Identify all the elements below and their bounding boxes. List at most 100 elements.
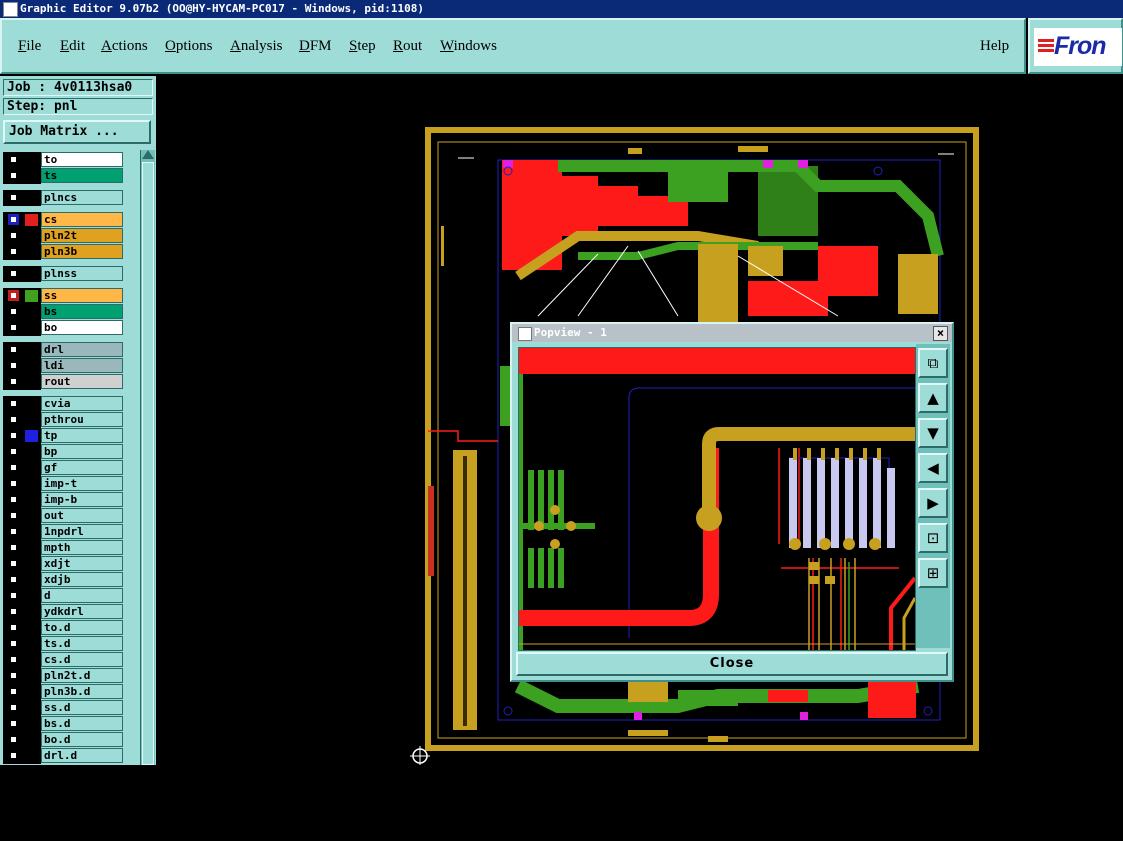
- layer-name[interactable]: bs.d: [41, 716, 123, 731]
- menu-file[interactable]: File: [18, 38, 41, 55]
- layer-name[interactable]: d: [41, 588, 123, 603]
- layer-row[interactable]: 1npdrl: [3, 524, 138, 540]
- layer-name[interactable]: pln3b.d: [41, 684, 123, 699]
- layer-name[interactable]: pthrou: [41, 412, 123, 427]
- layer-checkbox[interactable]: [8, 590, 19, 601]
- layer-checkbox[interactable]: [8, 478, 19, 489]
- layer-color-swatch[interactable]: [25, 478, 38, 490]
- layer-row[interactable]: cvia: [3, 396, 138, 412]
- layer-row[interactable]: pln2t: [3, 228, 138, 244]
- layer-name[interactable]: imp-b: [41, 492, 123, 507]
- pan-left-icon[interactable]: ◀: [918, 453, 948, 483]
- layer-checkbox[interactable]: [8, 510, 19, 521]
- menu-actions[interactable]: Actions: [101, 38, 148, 55]
- layer-checkbox[interactable]: [8, 654, 19, 665]
- layer-row[interactable]: tp: [3, 428, 138, 444]
- layer-color-swatch[interactable]: [25, 718, 38, 730]
- layer-row[interactable]: bs.d: [3, 716, 138, 732]
- layer-checkbox[interactable]: [8, 430, 19, 441]
- layer-checkbox[interactable]: [8, 230, 19, 241]
- layer-color-swatch[interactable]: [25, 606, 38, 618]
- layer-color-swatch[interactable]: [25, 670, 38, 682]
- layer-color-swatch[interactable]: [25, 734, 38, 746]
- layer-checkbox[interactable]: [8, 170, 19, 181]
- layer-row[interactable]: ydkdrl: [3, 604, 138, 620]
- layer-row[interactable]: pln3b.d: [3, 684, 138, 700]
- layer-row[interactable]: ts.d: [3, 636, 138, 652]
- layer-checkbox[interactable]: [8, 344, 19, 355]
- pan-up-icon[interactable]: ▲: [918, 383, 948, 413]
- layer-name[interactable]: out: [41, 508, 123, 523]
- layer-row[interactable]: xdjt: [3, 556, 138, 572]
- layer-color-swatch[interactable]: [25, 574, 38, 586]
- layer-row[interactable]: plncs: [3, 190, 138, 206]
- layer-name[interactable]: to: [41, 152, 123, 167]
- layer-color-swatch[interactable]: [25, 590, 38, 602]
- layer-name[interactable]: ts: [41, 168, 123, 183]
- layer-color-swatch[interactable]: [25, 414, 38, 426]
- layer-row[interactable]: ts: [3, 168, 138, 184]
- scroll-up-icon[interactable]: [142, 150, 154, 159]
- layer-name[interactable]: gf: [41, 460, 123, 475]
- layer-checkbox[interactable]: [8, 462, 19, 473]
- layer-row[interactable]: pln3b: [3, 244, 138, 260]
- layer-checkbox[interactable]: [8, 246, 19, 257]
- layer-row[interactable]: pln2t.d: [3, 668, 138, 684]
- layer-name[interactable]: pln3b: [41, 244, 123, 259]
- menu-analysis[interactable]: Analysis: [230, 38, 283, 55]
- menu-step[interactable]: Step: [349, 38, 376, 55]
- layer-color-swatch[interactable]: [25, 446, 38, 458]
- layer-checkbox[interactable]: [8, 290, 19, 301]
- layer-name[interactable]: cs.d: [41, 652, 123, 667]
- layer-name[interactable]: pln2t: [41, 228, 123, 243]
- layer-name[interactable]: mpth: [41, 540, 123, 555]
- layer-checkbox[interactable]: [8, 446, 19, 457]
- popview-canvas[interactable]: [518, 347, 916, 651]
- layer-row[interactable]: to.d: [3, 620, 138, 636]
- layer-checkbox[interactable]: [8, 606, 19, 617]
- layer-scrollbar[interactable]: [140, 150, 155, 765]
- layer-color-swatch[interactable]: [25, 154, 38, 166]
- layer-color-swatch[interactable]: [25, 750, 38, 762]
- layer-row[interactable]: imp-t: [3, 476, 138, 492]
- layer-name[interactable]: to.d: [41, 620, 123, 635]
- layer-color-swatch[interactable]: [25, 526, 38, 538]
- layer-checkbox[interactable]: [8, 398, 19, 409]
- close-icon[interactable]: ×: [933, 326, 948, 341]
- layer-name[interactable]: xdjb: [41, 572, 123, 587]
- layer-name[interactable]: bs: [41, 304, 123, 319]
- layer-color-swatch[interactable]: [25, 542, 38, 554]
- layer-row[interactable]: d: [3, 588, 138, 604]
- layer-name[interactable]: rout: [41, 374, 123, 389]
- layer-row[interactable]: bs: [3, 304, 138, 320]
- layer-color-swatch[interactable]: [25, 654, 38, 666]
- pan-right-icon[interactable]: ▶: [918, 488, 948, 518]
- layer-color-swatch[interactable]: [25, 246, 38, 258]
- pan-down-icon[interactable]: ▼: [918, 418, 948, 448]
- layer-row[interactable]: ldi: [3, 358, 138, 374]
- layer-color-swatch[interactable]: [25, 510, 38, 522]
- menu-windows[interactable]: Windows: [440, 38, 497, 55]
- layer-checkbox[interactable]: [8, 542, 19, 553]
- layer-name[interactable]: pln2t.d: [41, 668, 123, 683]
- layer-color-swatch[interactable]: [25, 192, 38, 204]
- layer-checkbox[interactable]: [8, 558, 19, 569]
- layer-checkbox[interactable]: [8, 268, 19, 279]
- menu-edit[interactable]: Edit: [60, 38, 85, 55]
- layer-name[interactable]: imp-t: [41, 476, 123, 491]
- scroll-thumb[interactable]: [142, 162, 154, 765]
- layer-row[interactable]: gf: [3, 460, 138, 476]
- zoom-in-icon[interactable]: ⊞: [918, 558, 948, 588]
- menu-help[interactable]: Help: [980, 38, 1009, 55]
- layer-color-swatch[interactable]: [25, 398, 38, 410]
- layer-color-swatch[interactable]: [25, 462, 38, 474]
- layer-color-swatch[interactable]: [25, 638, 38, 650]
- zoom-out-icon[interactable]: ⊡: [918, 523, 948, 553]
- layer-checkbox[interactable]: [8, 494, 19, 505]
- layer-row[interactable]: cs: [3, 212, 138, 228]
- layer-checkbox[interactable]: [8, 192, 19, 203]
- layer-checkbox[interactable]: [8, 686, 19, 697]
- job-matrix-button[interactable]: Job Matrix ...: [3, 120, 151, 144]
- layer-checkbox[interactable]: [8, 718, 19, 729]
- layer-color-swatch[interactable]: [25, 430, 38, 442]
